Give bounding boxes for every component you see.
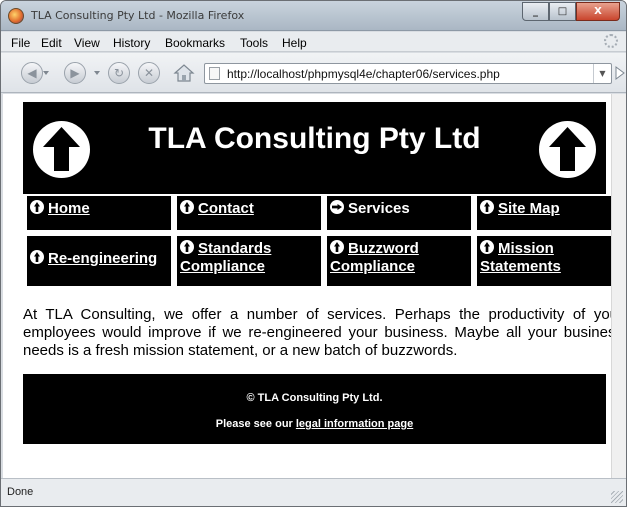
menu-file[interactable]: File xyxy=(11,36,30,50)
menu-mission-statements[interactable]: Mission Statements xyxy=(477,236,621,286)
vertical-scrollbar[interactable] xyxy=(611,94,626,479)
menu-help[interactable]: Help xyxy=(282,36,307,50)
maximize-button[interactable]: □ xyxy=(549,2,576,21)
menu-bookmarks[interactable]: Bookmarks xyxy=(165,36,225,50)
arrow-up-icon xyxy=(30,250,44,264)
menu-edit[interactable]: Edit xyxy=(41,36,62,50)
legal-text: Please see our legal information page xyxy=(215,418,414,430)
minimize-button[interactable]: _ xyxy=(522,2,549,21)
services-paragraph: At TLA Consulting, we offer a number of … xyxy=(23,306,623,359)
navigation-toolbar: ◀ ▶ ↻ ✕ http://localhost/phpmysql4e/chap… xyxy=(1,53,626,93)
throbber-icon xyxy=(604,34,618,48)
arrow-up-icon xyxy=(480,200,494,214)
menu-tools[interactable]: Tools xyxy=(240,36,268,50)
status-text: Done xyxy=(7,486,34,498)
window-controls: _ □ X xyxy=(522,2,620,21)
home-icon[interactable] xyxy=(173,63,195,83)
menu-view[interactable]: View xyxy=(74,36,100,50)
forward-icon[interactable]: ▶ xyxy=(64,62,86,84)
menu-bar: File Edit View History Bookmarks Tools H… xyxy=(1,32,626,52)
back-icon[interactable]: ◀ xyxy=(21,62,43,84)
reload-icon[interactable]: ↻ xyxy=(108,62,130,84)
menu-services: Services xyxy=(327,196,471,230)
menu-history[interactable]: History xyxy=(113,36,150,50)
status-bar: Done xyxy=(1,478,626,506)
page-icon xyxy=(209,67,220,80)
copyright-text: © TLA Consulting Pty Ltd. xyxy=(246,392,383,404)
arrow-up-icon xyxy=(180,240,194,254)
site-heading: TLA Consulting Pty Ltd xyxy=(148,122,481,155)
url-text[interactable]: http://localhost/phpmysql4e/chapter06/se… xyxy=(227,67,500,81)
firefox-icon xyxy=(8,8,24,24)
menu-re-engineering[interactable]: Re-engineering xyxy=(27,236,171,286)
arrow-right-icon xyxy=(330,200,344,214)
stop-icon[interactable]: ✕ xyxy=(138,62,160,84)
menu-buzzword-compliance[interactable]: Buzzword Compliance xyxy=(327,236,471,286)
menu-home[interactable]: Home xyxy=(27,196,171,230)
close-button[interactable]: X xyxy=(576,2,620,21)
legal-information-link[interactable]: legal information page xyxy=(296,418,413,430)
arrow-up-icon xyxy=(330,240,344,254)
arrow-up-icon xyxy=(480,240,494,254)
menu-contact[interactable]: Contact xyxy=(177,196,321,230)
forward-history-dropdown[interactable] xyxy=(94,71,100,75)
browser-window: TLA Consulting Pty Ltd - Mozilla Firefox… xyxy=(0,0,627,507)
address-bar[interactable]: http://localhost/phpmysql4e/chapter06/se… xyxy=(204,63,612,84)
go-arrow-icon[interactable] xyxy=(613,63,627,83)
menu-site-map[interactable]: Site Map xyxy=(477,196,621,230)
menu-standards-compliance[interactable]: Standards Compliance xyxy=(177,236,321,286)
arrow-up-icon xyxy=(180,200,194,214)
back-history-dropdown[interactable] xyxy=(43,71,49,75)
site-header: TLA Consulting Pty Ltd xyxy=(23,102,606,194)
logo-right-icon xyxy=(539,121,596,178)
window-title: TLA Consulting Pty Ltd - Mozilla Firefox xyxy=(31,9,245,22)
url-dropdown-icon[interactable]: ▼ xyxy=(593,64,611,83)
site-footer: © TLA Consulting Pty Ltd. Please see our… xyxy=(23,374,606,444)
title-bar: TLA Consulting Pty Ltd - Mozilla Firefox… xyxy=(1,1,626,31)
arrow-up-icon xyxy=(30,200,44,214)
page-viewport: TLA Consulting Pty Ltd Home Contact Serv… xyxy=(3,94,626,478)
resize-grip-icon[interactable] xyxy=(611,491,623,503)
